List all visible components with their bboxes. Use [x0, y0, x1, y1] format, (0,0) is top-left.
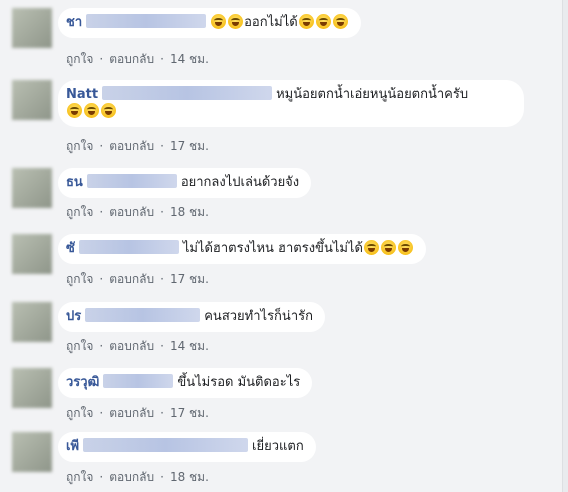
comment-bubble: ซั ไม่ได้ฮาตรงไหน ฮาตรงขึ้นไม่ได้	[58, 234, 426, 264]
separator: ·	[99, 139, 104, 153]
like-link[interactable]: ถูกใจ	[66, 470, 93, 484]
comment-text: หมูน้อยตกน้ำเอ่ยหนูน้อยตกน้ำครับ	[276, 87, 469, 102]
comment-bubble: Natt หมูน้อยตกน้ำเอ่ยหนูน้อยตกน้ำครับ	[58, 80, 524, 127]
laughing-emoji-icon	[332, 14, 348, 29]
redacted-name	[86, 174, 177, 188]
laughing-emoji-icon	[211, 14, 227, 29]
comment-actions: ถูกใจ · ตอบกลับ · 14 ชม.	[66, 337, 215, 356]
separator: ·	[160, 205, 164, 219]
avatar[interactable]	[12, 432, 52, 472]
timestamp-link[interactable]: 18 ชม.	[170, 470, 209, 484]
comment-bubble: ธน อยากลงไปเล่นด้วยจัง	[58, 168, 312, 198]
separator: ·	[99, 205, 104, 219]
avatar[interactable]	[12, 80, 52, 120]
reply-link[interactable]: ตอบกลับ	[109, 272, 154, 286]
comment-bubble: ปร คนสวยทำไรก็น่ารัก	[58, 302, 325, 332]
comment-text: ออกไม่ได้	[244, 15, 298, 30]
avatar[interactable]	[12, 368, 52, 408]
laughing-emoji-icon	[380, 240, 396, 255]
like-link[interactable]: ถูกใจ	[66, 205, 93, 219]
laughing-emoji-icon	[315, 14, 331, 29]
timestamp-link[interactable]: 18 ชม.	[170, 205, 209, 219]
comment-actions: ถูกใจ · ตอบกลับ · 17 ชม.	[66, 137, 215, 156]
comment-text: เยี่ยวแตก	[252, 439, 304, 454]
commenter-name[interactable]: Natt	[66, 87, 98, 102]
separator: ·	[99, 470, 104, 484]
reply-link[interactable]: ตอบกลับ	[109, 406, 154, 420]
reply-link[interactable]: ตอบกลับ	[109, 205, 154, 219]
like-link[interactable]: ถูกใจ	[66, 272, 93, 286]
timestamp-link[interactable]: 17 ชม.	[170, 406, 209, 420]
comment-text: อยากลงไปเล่นด้วยจัง	[180, 175, 300, 190]
laughing-emoji-icon	[67, 103, 82, 118]
comment-actions: ถูกใจ · ตอบกลับ · 18 ชม.	[66, 203, 215, 222]
laughing-emoji-icon	[397, 240, 413, 255]
timestamp-link[interactable]: 14 ชม.	[170, 339, 209, 353]
redacted-name	[83, 438, 249, 452]
commenter-name[interactable]: วรวุฒิ	[66, 375, 99, 390]
separator: ·	[160, 470, 164, 484]
commenter-name[interactable]: ปร	[66, 309, 81, 324]
reply-link[interactable]: ตอบกลับ	[109, 139, 154, 153]
commenter-name[interactable]: เพี	[66, 439, 79, 454]
avatar[interactable]	[12, 168, 52, 208]
separator: ·	[160, 406, 164, 420]
comment-actions: ถูกใจ · ตอบกลับ · 17 ชม.	[66, 404, 215, 423]
redacted-name	[103, 374, 174, 388]
reply-link[interactable]: ตอบกลับ	[109, 339, 154, 353]
redacted-name	[78, 240, 179, 254]
separator: ·	[160, 272, 164, 286]
laughing-emoji-icon	[101, 103, 116, 118]
like-link[interactable]: ถูกใจ	[66, 52, 93, 66]
avatar[interactable]	[12, 302, 52, 342]
reply-link[interactable]: ตอบกลับ	[109, 52, 154, 66]
comment-bubble: ชา ออกไม่ได้	[58, 8, 361, 38]
reply-link[interactable]: ตอบกลับ	[109, 470, 154, 484]
comment-actions: ถูกใจ · ตอบกลับ · 17 ชม.	[66, 270, 215, 289]
comment-bubble: วรวุฒิ ขึ้นไม่รอด มันติดอะไร	[58, 368, 313, 398]
redacted-name	[102, 86, 273, 100]
redacted-name	[85, 308, 201, 322]
comment-panel: ชา ออกไม่ได้ ถูกใจ · ตอบกลับ · 14 ชม. Natt หมู…	[0, 0, 563, 492]
like-link[interactable]: ถูกใจ	[66, 139, 93, 153]
like-link[interactable]: ถูกใจ	[66, 339, 93, 353]
laughing-emoji-icon	[228, 14, 244, 29]
separator: ·	[160, 139, 164, 153]
like-link[interactable]: ถูกใจ	[66, 406, 93, 420]
laughing-emoji-icon	[363, 240, 379, 255]
separator: ·	[160, 339, 164, 353]
timestamp-link[interactable]: 17 ชม.	[170, 139, 209, 153]
comment-actions: ถูกใจ · ตอบกลับ · 18 ชม.	[66, 468, 215, 487]
commenter-name[interactable]: ซั	[66, 241, 75, 256]
avatar[interactable]	[12, 8, 52, 48]
separator: ·	[99, 339, 104, 353]
comment-actions: ถูกใจ · ตอบกลับ · 14 ชม.	[66, 50, 215, 69]
commenter-name[interactable]: ชา	[66, 15, 82, 30]
separator: ·	[99, 52, 104, 66]
separator: ·	[160, 52, 164, 66]
comment-text: ขึ้นไม่รอด มันติดอะไร	[177, 375, 301, 390]
comment-bubble: เพี เยี่ยวแตก	[58, 432, 316, 462]
timestamp-link[interactable]: 17 ชม.	[170, 272, 209, 286]
redacted-name	[86, 14, 207, 28]
laughing-emoji-icon	[298, 14, 314, 29]
comment-text: คนสวยทำไรก็น่ารัก	[204, 309, 313, 324]
separator: ·	[99, 406, 104, 420]
avatar[interactable]	[12, 234, 52, 274]
timestamp-link[interactable]: 14 ชม.	[170, 52, 209, 66]
comment-text: ไม่ได้ฮาตรงไหน ฮาตรงขึ้นไม่ได้	[182, 241, 363, 256]
commenter-name[interactable]: ธน	[66, 175, 83, 190]
separator: ·	[99, 272, 104, 286]
laughing-emoji-icon	[84, 103, 99, 118]
